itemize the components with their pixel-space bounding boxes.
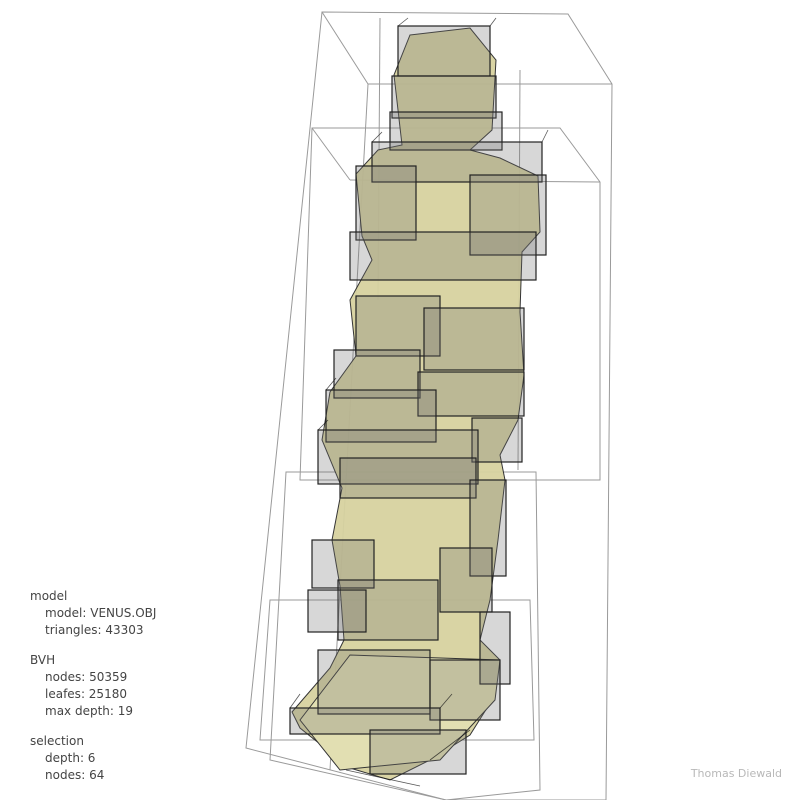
selected-bvh-boxes <box>289 25 547 775</box>
bvh-nodes-value: 50359 <box>89 670 128 684</box>
bvh-leafes-row: leafes25180 <box>30 686 156 703</box>
bvh-max-depth-row: max depth19 <box>30 703 156 720</box>
section-selection-title: selection <box>30 734 84 748</box>
model-name-label: model <box>45 606 90 620</box>
triangles-label: triangles <box>45 623 105 637</box>
bvh-nodes-row: nodes50359 <box>30 669 156 686</box>
bvh-nodes-label: nodes <box>45 670 89 684</box>
triangles-value: 43303 <box>105 623 144 637</box>
selection-depth-value: 6 <box>87 751 96 765</box>
selection-nodes-row: nodes64 <box>30 767 156 784</box>
bvh-leafes-value: 25180 <box>88 687 127 701</box>
section-model-title: model <box>30 589 68 603</box>
selection-depth-row: depth6 <box>30 750 156 767</box>
bvh-max-depth-value: 19 <box>117 704 134 718</box>
selection-nodes-value: 64 <box>89 768 105 782</box>
section-bvh-title: BVH <box>30 653 56 667</box>
author-credit: Thomas Diewald <box>690 767 782 780</box>
stats-panel: model modelVENUS.OBJ triangles43303 BVH … <box>30 588 156 784</box>
model-name-value: VENUS.OBJ <box>90 606 157 620</box>
bvh-max-depth-label: max depth <box>45 704 118 718</box>
model-name-row: modelVENUS.OBJ <box>30 605 156 622</box>
triangles-row: triangles43303 <box>30 622 156 639</box>
bvh-leafes-label: leafes <box>45 687 89 701</box>
selection-nodes-label: nodes <box>45 768 89 782</box>
selection-depth-label: depth <box>45 751 88 765</box>
